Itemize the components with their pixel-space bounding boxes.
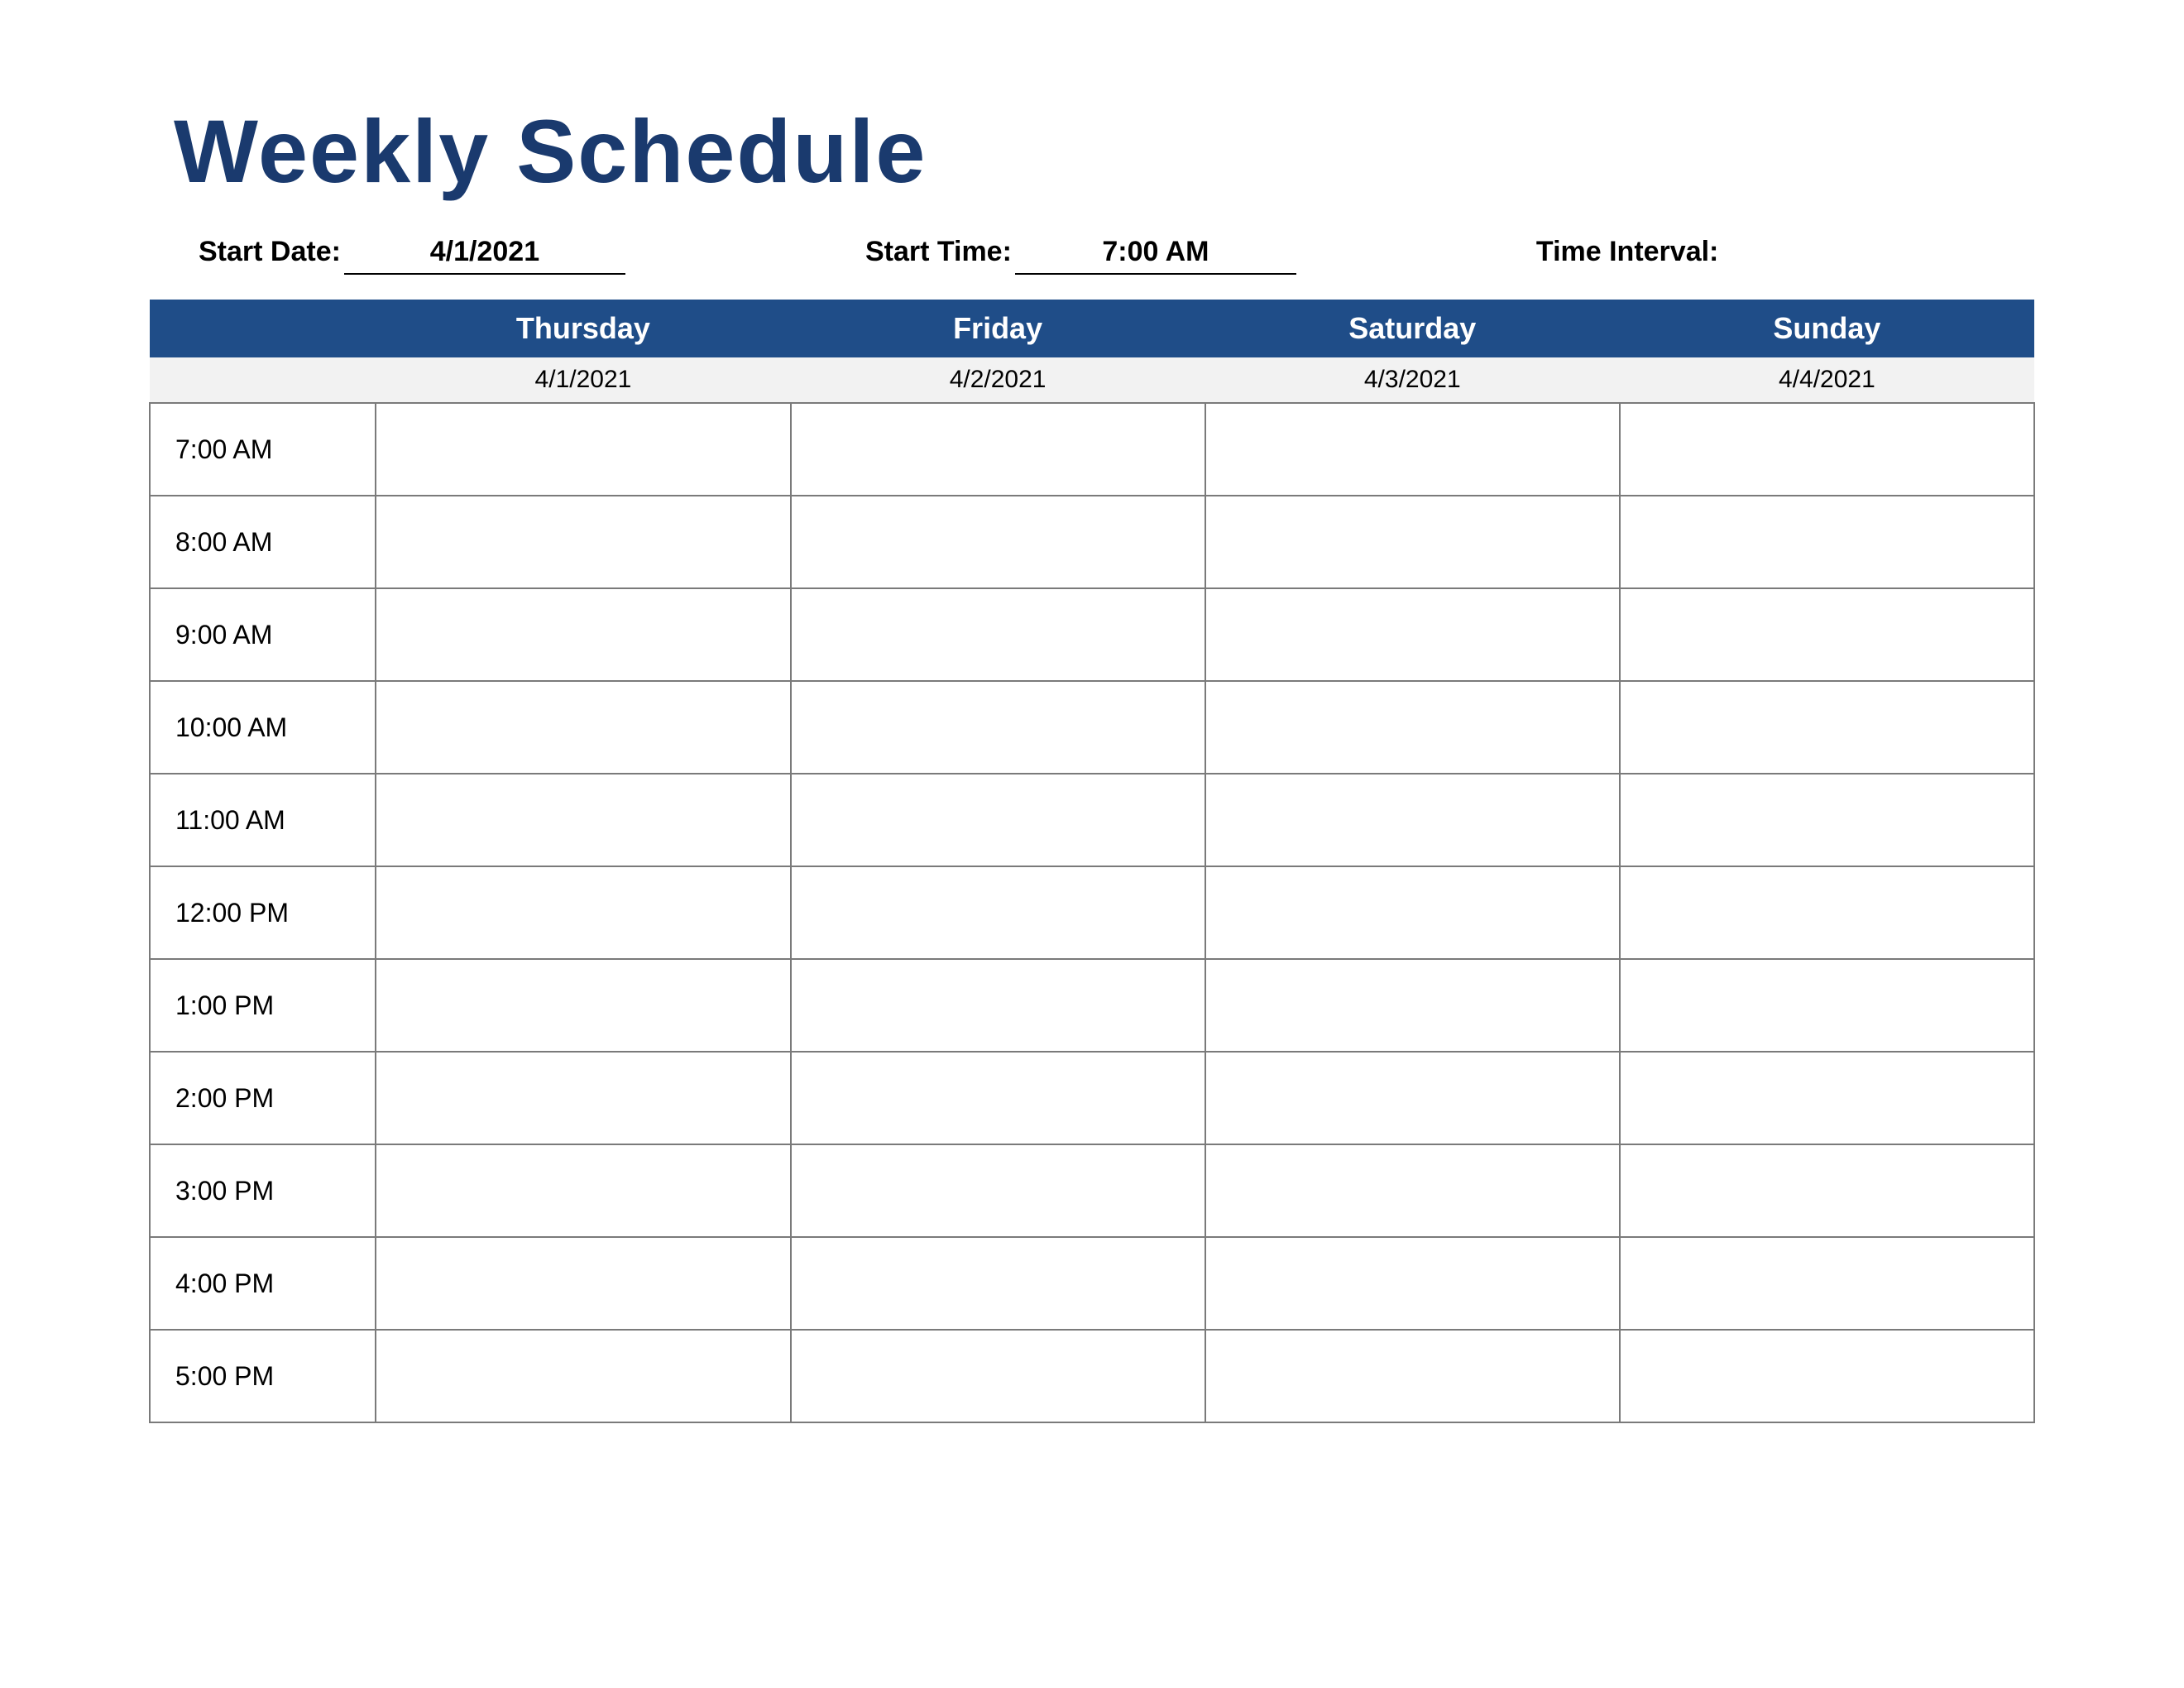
schedule-cell[interactable] — [1620, 1237, 2034, 1330]
slot-row: 5:00 PM — [150, 1330, 2034, 1422]
meta-row: Start Date: 4/1/2021 Start Time: 7:00 AM… — [199, 236, 2035, 275]
start-date-group: Start Date: 4/1/2021 — [199, 236, 625, 275]
schedule-cell[interactable] — [791, 866, 1205, 959]
slot-row: 3:00 PM — [150, 1144, 2034, 1237]
time-label: 9:00 AM — [150, 588, 376, 681]
date-header: 4/4/2021 — [1620, 357, 2034, 403]
schedule-cell[interactable] — [376, 588, 790, 681]
date-header: 4/1/2021 — [376, 357, 790, 403]
schedule-cell[interactable] — [791, 403, 1205, 496]
schedule-cell[interactable] — [791, 496, 1205, 588]
slot-row: 2:00 PM — [150, 1052, 2034, 1144]
schedule-cell[interactable] — [1620, 1052, 2034, 1144]
slot-row: 8:00 AM — [150, 496, 2034, 588]
schedule-cell[interactable] — [1205, 1237, 1620, 1330]
day-header: Friday — [791, 300, 1205, 357]
day-header-row: Thursday Friday Saturday Sunday — [150, 300, 2034, 357]
schedule-cell[interactable] — [791, 1237, 1205, 1330]
time-label: 4:00 PM — [150, 1237, 376, 1330]
schedule-cell[interactable] — [791, 681, 1205, 774]
time-interval-label: Time Interval: — [1536, 236, 1718, 268]
schedule-cell[interactable] — [1620, 774, 2034, 866]
time-label: 11:00 AM — [150, 774, 376, 866]
start-time-label: Start Time: — [865, 236, 1012, 268]
schedule-cell[interactable] — [1620, 1330, 2034, 1422]
slot-row: 1:00 PM — [150, 959, 2034, 1052]
date-header-blank — [150, 357, 376, 403]
slot-row: 11:00 AM — [150, 774, 2034, 866]
time-interval-group: Time Interval: — [1536, 236, 1722, 268]
schedule-cell[interactable] — [1620, 588, 2034, 681]
schedule-cell[interactable] — [1205, 866, 1620, 959]
schedule-cell[interactable] — [791, 959, 1205, 1052]
header-blank — [150, 300, 376, 357]
schedule-cell[interactable] — [376, 1237, 790, 1330]
time-label: 1:00 PM — [150, 959, 376, 1052]
schedule-cell[interactable] — [1620, 1144, 2034, 1237]
schedule-cell[interactable] — [1620, 681, 2034, 774]
schedule-cell[interactable] — [1205, 403, 1620, 496]
slot-row: 12:00 PM — [150, 866, 2034, 959]
time-label: 8:00 AM — [150, 496, 376, 588]
schedule-cell[interactable] — [1205, 1330, 1620, 1422]
day-header: Sunday — [1620, 300, 2034, 357]
start-time-value[interactable]: 7:00 AM — [1015, 236, 1296, 275]
slot-row: 9:00 AM — [150, 588, 2034, 681]
time-label: 5:00 PM — [150, 1330, 376, 1422]
schedule-cell[interactable] — [1205, 1144, 1620, 1237]
start-date-label: Start Date: — [199, 236, 341, 268]
schedule-cell[interactable] — [1205, 496, 1620, 588]
schedule-cell[interactable] — [376, 1330, 790, 1422]
schedule-cell[interactable] — [376, 496, 790, 588]
schedule-cell[interactable] — [376, 403, 790, 496]
schedule-table: Thursday Friday Saturday Sunday 4/1/2021… — [149, 300, 2035, 1423]
schedule-cell[interactable] — [1620, 496, 2034, 588]
schedule-cell[interactable] — [1205, 774, 1620, 866]
schedule-cell[interactable] — [376, 1144, 790, 1237]
schedule-cell[interactable] — [376, 1052, 790, 1144]
day-header: Thursday — [376, 300, 790, 357]
schedule-cell[interactable] — [791, 1052, 1205, 1144]
slot-row: 7:00 AM — [150, 403, 2034, 496]
schedule-cell[interactable] — [376, 866, 790, 959]
date-header-row: 4/1/2021 4/2/2021 4/3/2021 4/4/2021 — [150, 357, 2034, 403]
schedule-cell[interactable] — [791, 774, 1205, 866]
schedule-cell[interactable] — [1620, 866, 2034, 959]
time-label: 3:00 PM — [150, 1144, 376, 1237]
date-header: 4/2/2021 — [791, 357, 1205, 403]
schedule-cell[interactable] — [1205, 1052, 1620, 1144]
schedule-cell[interactable] — [376, 681, 790, 774]
slot-row: 10:00 AM — [150, 681, 2034, 774]
schedule-cell[interactable] — [376, 774, 790, 866]
date-header: 4/3/2021 — [1205, 357, 1620, 403]
time-label: 2:00 PM — [150, 1052, 376, 1144]
schedule-cell[interactable] — [1205, 959, 1620, 1052]
schedule-cell[interactable] — [1620, 959, 2034, 1052]
schedule-cell[interactable] — [1205, 588, 1620, 681]
schedule-cell[interactable] — [1205, 681, 1620, 774]
slot-row: 4:00 PM — [150, 1237, 2034, 1330]
schedule-cell[interactable] — [791, 1144, 1205, 1237]
page-title: Weekly Schedule — [174, 99, 2035, 203]
schedule-cell[interactable] — [791, 588, 1205, 681]
time-label: 12:00 PM — [150, 866, 376, 959]
day-header: Saturday — [1205, 300, 1620, 357]
start-date-value[interactable]: 4/1/2021 — [344, 236, 625, 275]
schedule-cell[interactable] — [1620, 403, 2034, 496]
time-label: 10:00 AM — [150, 681, 376, 774]
schedule-cell[interactable] — [376, 959, 790, 1052]
schedule-cell[interactable] — [791, 1330, 1205, 1422]
start-time-group: Start Time: 7:00 AM — [865, 236, 1296, 275]
time-label: 7:00 AM — [150, 403, 376, 496]
